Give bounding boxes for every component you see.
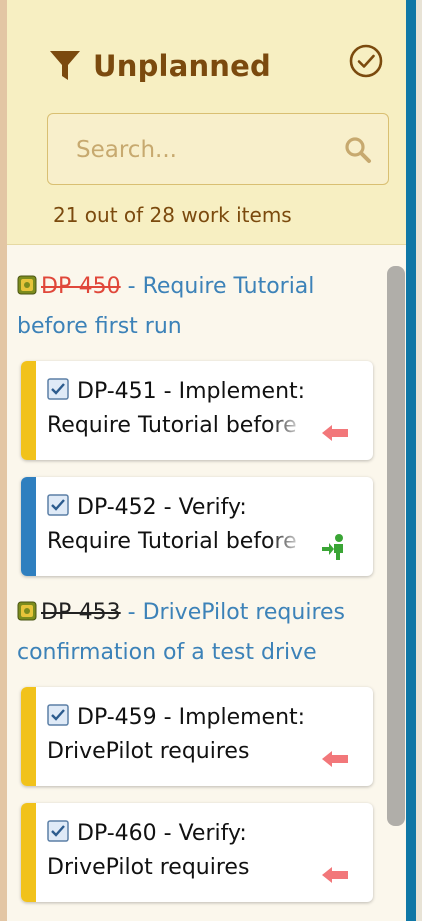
filter-icon <box>49 49 81 83</box>
list-scrollbar[interactable] <box>387 266 405 826</box>
work-item-card[interactable]: DP-451 - Implement: Require Tutorial bef… <box>21 361 373 460</box>
group-id[interactable]: DP-453 <box>41 600 121 625</box>
left-arrow-icon <box>321 423 349 447</box>
search-icon[interactable] <box>344 136 372 168</box>
group-id[interactable]: DP-450 <box>41 274 121 299</box>
person-enter-icon <box>321 533 349 565</box>
status-bar <box>21 361 36 460</box>
card-text: DP-460 - Verify: DrivePilot requires <box>47 817 309 885</box>
left-arrow-icon <box>321 865 349 889</box>
task-checkbox-icon <box>47 703 69 726</box>
card-text: DP-459 - Implement: DrivePilot requires <box>47 701 309 769</box>
work-item-list: DP-450 - Require Tutorial before first r… <box>7 245 406 921</box>
left-edge-strip <box>0 0 7 921</box>
card-title: DP-459 - Implement: <box>77 705 306 730</box>
task-checkbox-icon <box>47 819 69 842</box>
card-title: DP-452 - Verify: <box>77 495 247 520</box>
check-circle-icon[interactable] <box>349 44 383 78</box>
page-title: Unplanned <box>93 49 271 83</box>
group-header[interactable]: DP-450 - Require Tutorial before first r… <box>17 267 347 347</box>
work-item-card[interactable]: DP-459 - Implement: DrivePilot requires <box>21 687 373 786</box>
card-subtitle: DrivePilot requires <box>47 739 250 764</box>
panel-header: Unplanned 21 out of 28 work items <box>7 0 406 245</box>
title-row: Unplanned <box>49 46 271 86</box>
card-title: DP-460 - Verify: <box>77 821 247 846</box>
work-item-card[interactable]: DP-460 - Verify: DrivePilot requires <box>21 803 373 902</box>
search-input[interactable] <box>74 132 328 168</box>
status-bar <box>21 477 36 576</box>
feature-icon <box>17 269 37 295</box>
work-item-card[interactable]: DP-452 - Verify: Require Tutorial before <box>21 477 373 576</box>
text-fade <box>269 409 313 447</box>
status-bar <box>21 687 36 786</box>
right-accent-stripe <box>406 0 416 921</box>
task-checkbox-icon <box>47 377 69 400</box>
text-fade <box>269 525 313 563</box>
group-header[interactable]: DP-453 - DrivePilot requires confirmatio… <box>17 593 347 673</box>
search-box[interactable] <box>47 113 389 185</box>
task-checkbox-icon <box>47 493 69 516</box>
feature-icon <box>17 595 37 621</box>
left-arrow-icon <box>321 749 349 773</box>
card-title: DP-451 - Implement: <box>77 379 306 404</box>
work-item-count: 21 out of 28 work items <box>53 203 292 227</box>
status-bar <box>21 803 36 902</box>
card-subtitle: DrivePilot requires <box>47 855 250 880</box>
